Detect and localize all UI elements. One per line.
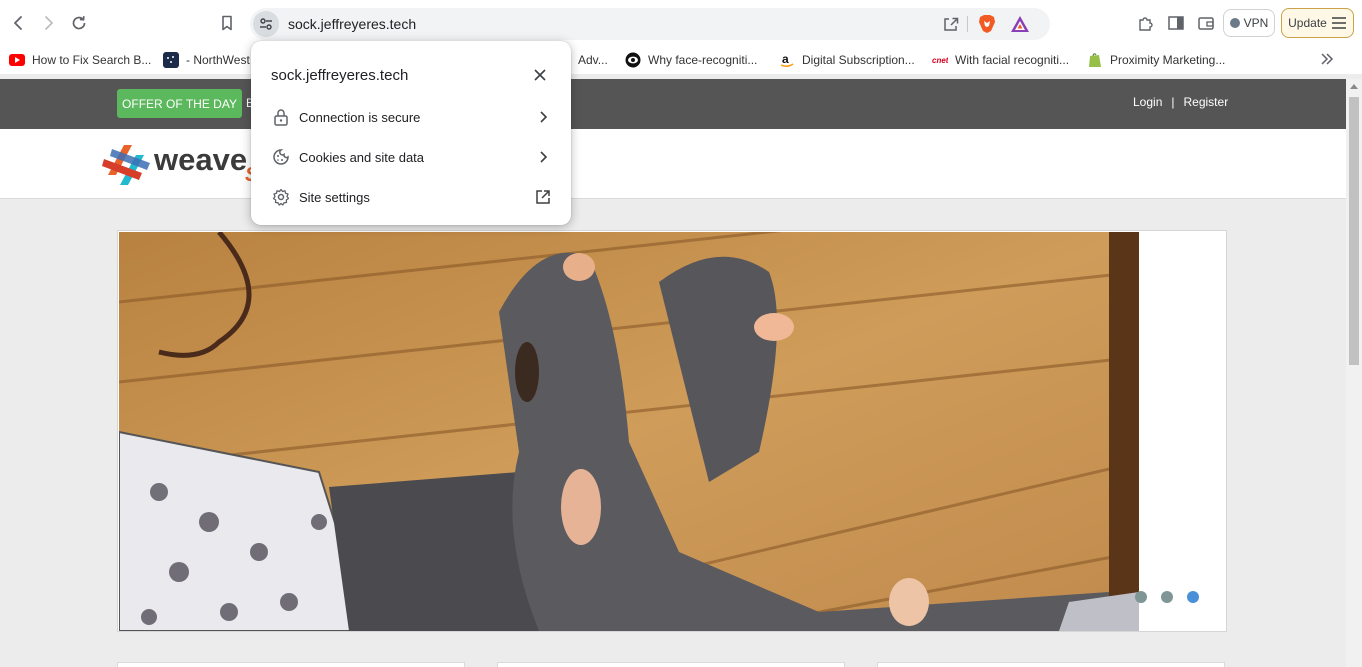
bookmark-label: How to Fix Search B... <box>32 53 152 67</box>
chevron-right-icon <box>533 107 553 127</box>
bookmark-label: With facial recogniti... <box>955 53 1070 67</box>
omnibox-separator <box>967 16 968 32</box>
back-arrow-icon <box>14 16 22 30</box>
cnet-icon: cnet <box>932 52 948 68</box>
carousel-dot-3[interactable] <box>1187 591 1199 603</box>
bookmark-item[interactable]: How to Fix Search B... <box>9 51 151 69</box>
address-bar[interactable]: sock.jeffreyeres.tech <box>250 8 1050 40</box>
scroll-up-arrow-icon[interactable] <box>1350 84 1358 89</box>
share-icon <box>944 17 959 31</box>
web-page: OFFER OF THE DAY B Login | Register weav… <box>0 79 1346 667</box>
connection-security-row[interactable]: Connection is secure <box>251 97 571 137</box>
product-card <box>497 662 845 667</box>
share-button[interactable] <box>940 13 962 35</box>
url-text[interactable]: sock.jeffreyeres.tech <box>288 16 416 32</box>
svg-text:cnet: cnet <box>932 56 948 65</box>
bookmark-button[interactable] <box>216 11 238 35</box>
bookmark-item[interactable]: cnet With facial recogniti... <box>932 51 1069 69</box>
gear-icon <box>271 187 291 207</box>
logo-wordmark: weave <box>154 142 248 177</box>
open-in-new-icon <box>533 187 553 207</box>
site-top-bar: OFFER OF THE DAY B Login | Register <box>0 79 1346 129</box>
brave-lion-icon <box>979 15 995 33</box>
forward-arrow-icon <box>45 16 53 30</box>
bookmark-item[interactable]: a Digital Subscription... <box>779 51 915 69</box>
row-label: Connection is secure <box>299 109 421 125</box>
page-scrollbar[interactable] <box>1346 79 1362 667</box>
browser-toolbar: sock.jeffreyeres.tech VPN Update <box>0 0 1362 46</box>
site-info-popup: sock.jeffreyeres.tech Connection is secu… <box>251 41 571 225</box>
bookmark-item[interactable]: Adv... <box>578 51 608 69</box>
register-link[interactable]: Register <box>1184 95 1229 109</box>
vpn-label: VPN <box>1243 16 1269 30</box>
row-label: Cookies and site data <box>299 149 425 165</box>
brave-rewards-button[interactable] <box>1009 13 1031 35</box>
bookmark-label: Why face-recogniti... <box>648 53 758 67</box>
product-card <box>117 662 465 667</box>
wallet-button[interactable] <box>1195 12 1217 34</box>
weave-logo-icon <box>102 145 150 185</box>
bookmark-label: Adv... <box>578 53 608 67</box>
puzzle-icon <box>1139 17 1153 31</box>
bookmarks-overflow-button[interactable] <box>1318 50 1336 68</box>
amazon-icon: a <box>779 52 795 68</box>
bookmark-item[interactable]: Proximity Marketing... <box>1087 51 1225 69</box>
bookmark-icon <box>222 15 232 31</box>
hero-carousel <box>117 230 1227 632</box>
youtube-icon <box>9 52 25 68</box>
link-separator: | <box>1171 95 1175 109</box>
svg-text:a: a <box>782 52 789 66</box>
bookmark-label: Digital Subscription... <box>802 53 915 67</box>
extensions-button[interactable] <box>1135 12 1157 34</box>
reload-button[interactable] <box>68 11 90 35</box>
bookmark-label: - NorthWest <box>186 53 250 67</box>
northwest-icon <box>163 52 179 68</box>
site-settings-row[interactable]: Site settings <box>251 177 571 217</box>
bookmarks-bar: How to Fix Search B... - NorthWest Adv..… <box>0 46 1362 74</box>
back-button[interactable] <box>8 11 30 35</box>
reload-icon <box>72 16 86 30</box>
popup-title: sock.jeffreyeres.tech <box>271 67 409 84</box>
site-info-button[interactable] <box>253 11 279 37</box>
tune-icon <box>260 18 272 30</box>
login-link[interactable]: Login <box>1133 95 1162 109</box>
chevron-right-icon <box>533 147 553 167</box>
update-menu-button[interactable]: Update <box>1281 8 1354 38</box>
shopify-icon <box>1087 52 1103 68</box>
lock-icon <box>271 107 291 127</box>
product-card <box>877 662 1225 667</box>
bookmark-label: Proximity Marketing... <box>1110 53 1226 67</box>
brave-shields-button[interactable] <box>976 13 998 35</box>
cookie-icon <box>271 147 291 167</box>
cookies-site-data-row[interactable]: Cookies and site data <box>251 137 571 177</box>
carousel-slide-image <box>119 232 1139 631</box>
update-label: Update <box>1288 16 1327 30</box>
close-button[interactable] <box>530 65 550 85</box>
bookmark-item[interactable]: Why face-recogniti... <box>625 51 757 69</box>
vpn-status-icon <box>1229 18 1240 28</box>
carousel-dot-1[interactable] <box>1135 591 1147 603</box>
row-label: Site settings <box>299 189 370 205</box>
carousel-dot-2[interactable] <box>1161 591 1173 603</box>
double-chevron-right-icon <box>1321 53 1334 65</box>
account-links: Login | Register <box>1133 95 1228 109</box>
vpn-button[interactable]: VPN <box>1223 9 1275 37</box>
eye-icon <box>625 52 641 68</box>
sidebar-icon <box>1168 16 1184 30</box>
sidebar-button[interactable] <box>1165 12 1187 34</box>
bookmark-item[interactable]: - NorthWest <box>163 51 250 69</box>
wallet-icon <box>1198 17 1214 30</box>
rewards-triangle-icon <box>1011 16 1029 32</box>
offer-of-the-day-button[interactable]: OFFER OF THE DAY <box>117 89 242 118</box>
scrollbar-thumb[interactable] <box>1349 97 1359 365</box>
close-icon <box>534 69 546 81</box>
forward-button[interactable] <box>37 11 59 35</box>
site-logo[interactable]: weave S <box>102 139 258 189</box>
site-header: weave S <box>0 129 1346 199</box>
hamburger-menu-icon <box>1331 17 1346 29</box>
